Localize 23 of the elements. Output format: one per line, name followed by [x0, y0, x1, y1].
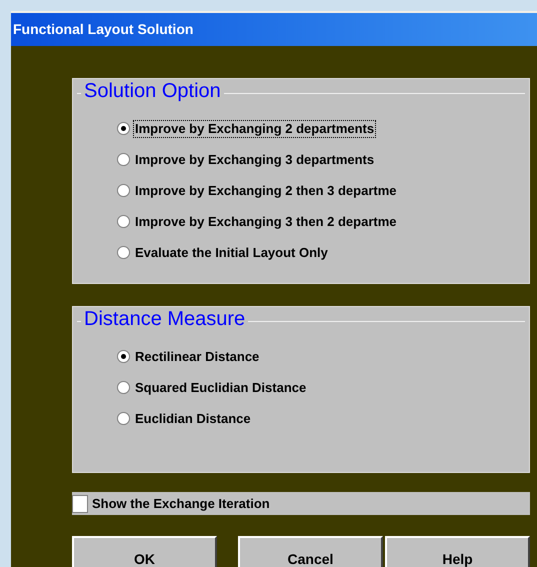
- radio-button[interactable]: [117, 215, 130, 228]
- checkbox[interactable]: [72, 494, 88, 512]
- radio-label[interactable]: Squared Euclidian Distance: [133, 378, 308, 396]
- radio-label[interactable]: Improve by Exchanging 2 then 3 departme: [133, 182, 399, 200]
- radio-label[interactable]: Euclidian Distance: [133, 410, 253, 428]
- checkbox-row[interactable]: Show the Exchange Iteration: [72, 492, 530, 515]
- radio-button[interactable]: [117, 122, 130, 135]
- radio-button[interactable]: [117, 246, 130, 259]
- radio-button[interactable]: [117, 412, 130, 425]
- checkbox-label[interactable]: Show the Exchange Iteration: [92, 494, 270, 514]
- radio-label[interactable]: Improve by Exchanging 3 then 2 departme: [133, 212, 399, 230]
- radio-button[interactable]: [117, 350, 130, 363]
- radio-label[interactable]: Improve by Exchanging 2 departments: [133, 120, 376, 138]
- radio-button[interactable]: [117, 153, 130, 166]
- radio-button[interactable]: [117, 184, 130, 197]
- radio-button[interactable]: [117, 381, 130, 394]
- radio-label[interactable]: Evaluate the Initial Layout Only: [133, 244, 330, 262]
- radio-label[interactable]: Improve by Exchanging 3 departments: [133, 150, 376, 168]
- radio-label[interactable]: Rectilinear Distance: [133, 348, 262, 366]
- dialog-button[interactable]: Help: [385, 536, 530, 567]
- dialog-button[interactable]: Cancel: [238, 536, 383, 567]
- window-title: Functional Layout Solution: [13, 20, 194, 39]
- dialog-button[interactable]: OK: [72, 536, 217, 567]
